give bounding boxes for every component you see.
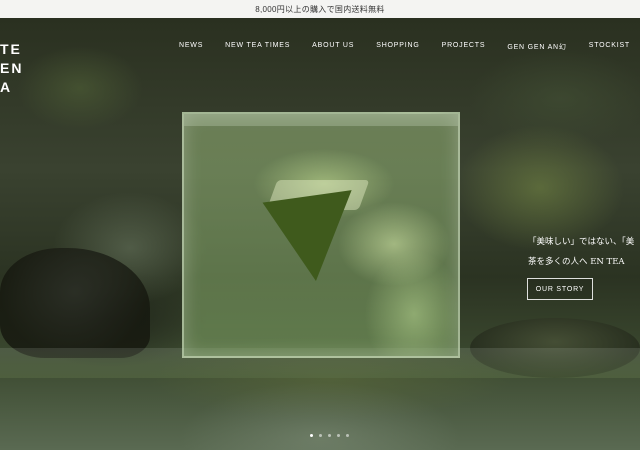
slide-dot[interactable] — [310, 434, 313, 437]
site-logo[interactable]: TE EN A — [0, 40, 40, 97]
nav-item-gen-gen-an[interactable]: GEN GEN AN幻 — [507, 42, 566, 52]
logo-line: A — [0, 79, 13, 95]
nav-item-about-us[interactable]: ABOUT US — [312, 42, 354, 52]
slide-dot[interactable] — [328, 434, 331, 437]
nav-item-new-tea-times[interactable]: NEW TEA TIMES — [225, 42, 290, 52]
background-rock — [0, 248, 150, 358]
main-nav: NEWS NEW TEA TIMES ABOUT US SHOPPING PRO… — [157, 42, 630, 52]
nav-item-projects[interactable]: PROJECTS — [442, 42, 486, 52]
slide-dot[interactable] — [346, 434, 349, 437]
slide-dot[interactable] — [319, 434, 322, 437]
hero-copy: 「美味しい」ではない、「美 茶を多くの人へ EN TEA — [528, 232, 634, 272]
nav-item-news[interactable]: NEWS — [179, 42, 203, 52]
cube-top-edge — [184, 114, 458, 126]
nav-item-stockist[interactable]: STOCKIST — [589, 42, 630, 52]
hero-copy-line: 茶を多くの人へ EN TEA — [528, 257, 625, 267]
slide-dot[interactable] — [337, 434, 340, 437]
our-story-button[interactable]: OUR STORY — [527, 278, 593, 300]
announcement-bar: 8,000円以上の購入で国内送料無料 — [0, 0, 640, 18]
hero-glass-cube-image — [182, 112, 460, 358]
nav-item-shopping[interactable]: SHOPPING — [376, 42, 419, 52]
announcement-text: 8,000円以上の購入で国内送料無料 — [255, 4, 385, 14]
logo-line: TE — [0, 41, 22, 57]
slide-pagination — [310, 434, 349, 437]
hero-copy-line: 「美味しい」ではない、「美 — [528, 237, 635, 247]
logo-line: EN — [0, 60, 24, 76]
teabag-image — [262, 190, 364, 287]
